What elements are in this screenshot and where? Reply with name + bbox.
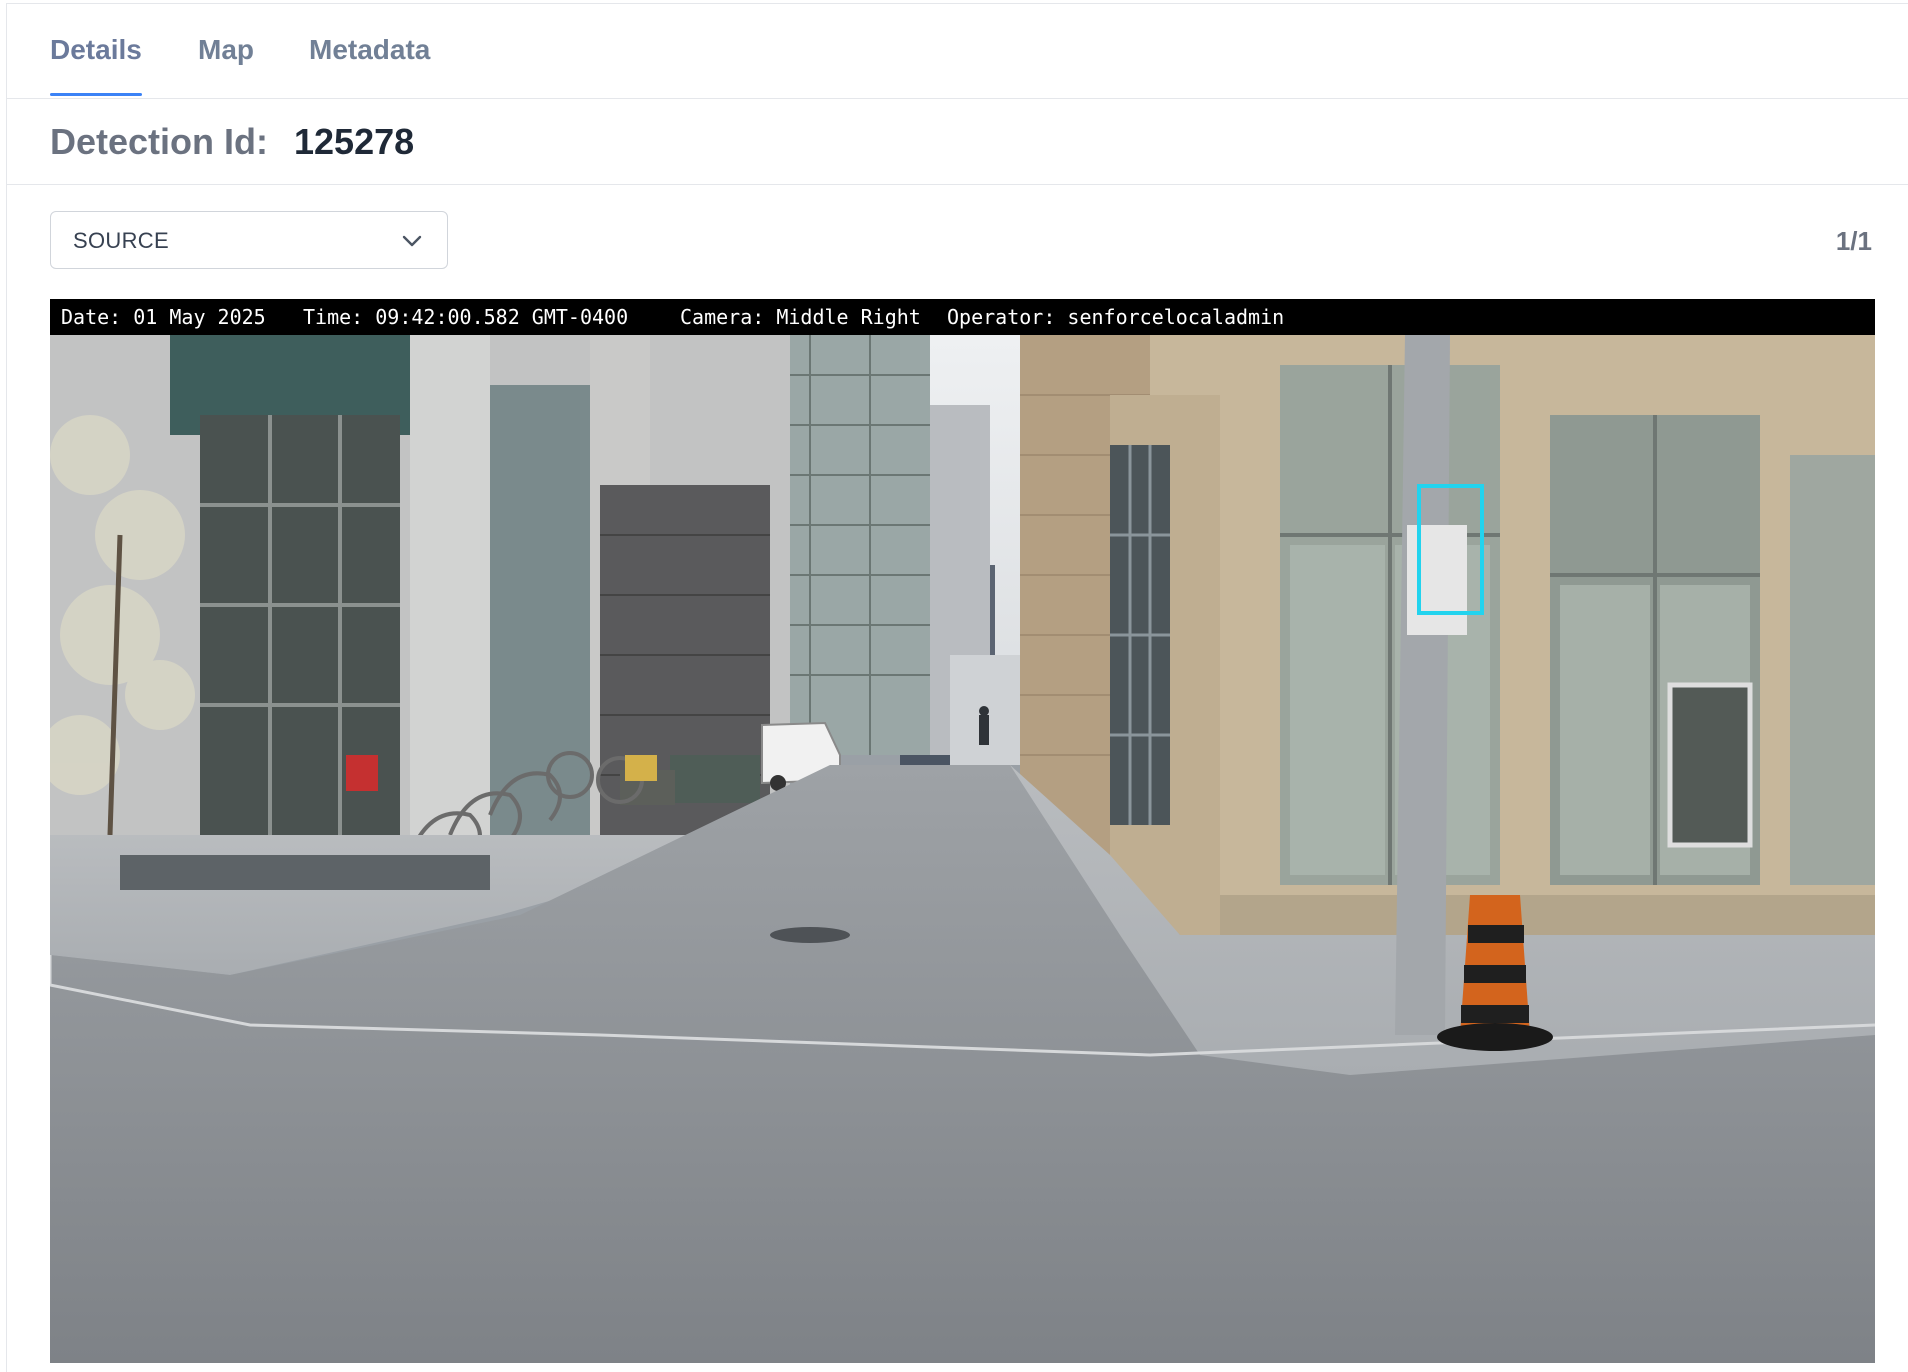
detection-id-label: Detection Id: <box>50 121 269 162</box>
tab-details[interactable]: Details <box>50 34 142 96</box>
detection-image-viewer[interactable]: Date: 01 May 2025 Time: 09:42:00.582 GMT… <box>50 299 1875 1363</box>
overlay-date: Date: 01 May 2025 <box>61 305 266 329</box>
image-counter: 1/1 <box>1835 226 1872 256</box>
source-select-value: SOURCE <box>73 228 169 253</box>
image-info-overlay: Date: 01 May 2025 Time: 09:42:00.582 GMT… <box>50 299 1875 335</box>
tab-metadata[interactable]: Metadata <box>309 34 430 94</box>
chevron-down-icon <box>401 230 423 257</box>
overlay-camera: Camera: Middle Right <box>680 305 921 329</box>
street-scene-image <box>50 335 1875 1363</box>
overlay-operator: Operator: senforcelocaladmin <box>947 305 1285 329</box>
tab-bar: Details Map Metadata <box>7 4 1908 99</box>
detection-id-value: 125278 <box>294 121 415 162</box>
detection-id-row: Detection Id: 125278 <box>7 99 1908 185</box>
source-select[interactable]: SOURCE <box>50 211 448 269</box>
tab-map[interactable]: Map <box>198 34 254 94</box>
detection-details-panel: Details Map Metadata Detection Id: 12527… <box>6 3 1908 1372</box>
overlay-time: Time: 09:42:00.582 GMT-0400 <box>303 305 629 329</box>
